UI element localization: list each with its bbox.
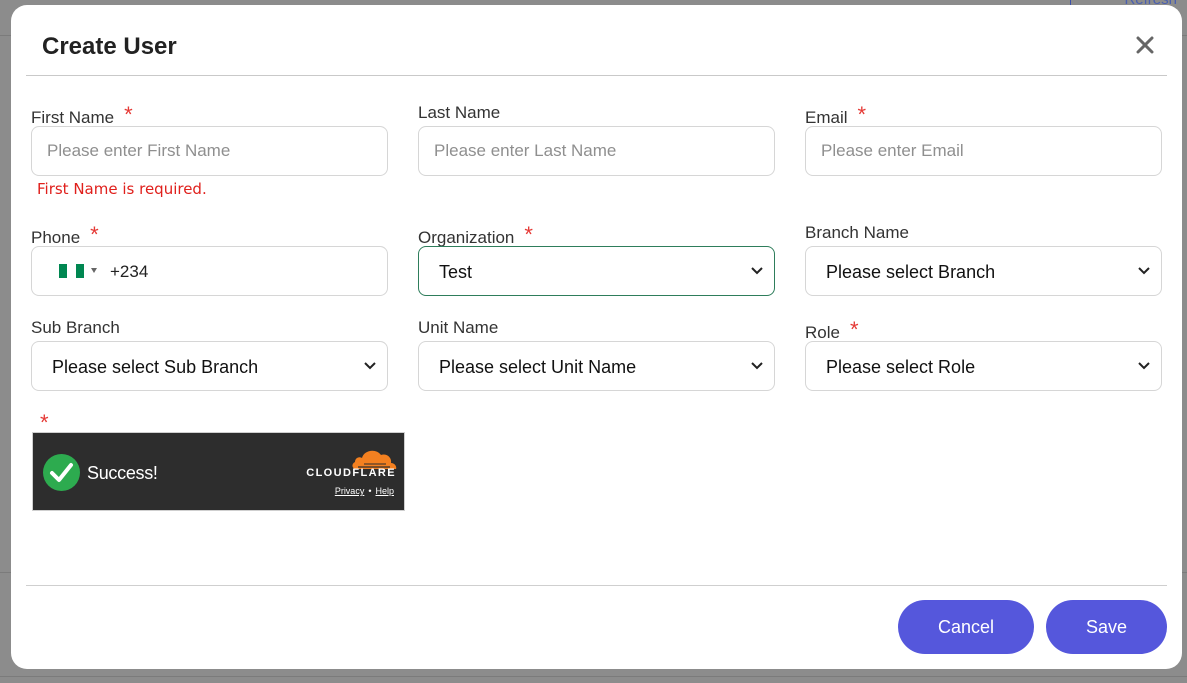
save-button[interactable]: Save: [1046, 600, 1167, 654]
required-marker: *: [90, 222, 99, 247]
modal-header: Create User: [26, 5, 1167, 76]
last-name-input[interactable]: [419, 127, 774, 175]
sub-branch-select[interactable]: Please select Sub Branch: [31, 341, 388, 391]
required-marker: *: [849, 317, 859, 342]
sub-branch-selected-value: Please select Sub Branch: [52, 357, 259, 377]
footer-divider: [26, 585, 1167, 586]
privacy-link[interactable]: Privacy: [335, 486, 365, 496]
required-marker: *: [524, 222, 533, 247]
caret-down-icon[interactable]: [91, 268, 97, 273]
chevron-down-icon: [364, 362, 376, 370]
first-name-input[interactable]: [32, 127, 387, 175]
close-button[interactable]: [1132, 32, 1158, 58]
first-name-field[interactable]: [31, 126, 388, 176]
role-select[interactable]: Please select Role: [805, 341, 1162, 391]
background-row-line: [0, 676, 1187, 677]
first-name-error: First Name is required.: [37, 180, 207, 198]
branch-name-label: Branch Name: [805, 223, 909, 242]
branch-selected-value: Please select Branch: [826, 262, 996, 282]
unit-name-selected-value: Please select Unit Name: [439, 357, 637, 377]
phone-field[interactable]: +234: [31, 246, 388, 296]
link-separator: •: [368, 486, 372, 496]
captcha-links: Privacy • Help: [335, 486, 394, 496]
modal-title: Create User: [42, 33, 177, 60]
unit-name-select[interactable]: Please select Unit Name: [418, 341, 775, 391]
sub-branch-label: Sub Branch: [31, 318, 120, 337]
captcha-status-text: Success!: [87, 463, 158, 483]
cancel-button[interactable]: Cancel: [898, 600, 1034, 654]
organization-selected-value: Test: [439, 262, 473, 282]
last-name-field[interactable]: [418, 126, 775, 176]
phone-dial-code[interactable]: +234: [110, 262, 148, 282]
email-field[interactable]: [805, 126, 1162, 176]
cloudflare-brand-text: CLOUDFLARE: [306, 467, 396, 479]
chevron-down-icon: [1138, 267, 1150, 275]
chevron-down-icon: [751, 362, 763, 370]
chevron-down-icon: [751, 267, 763, 275]
organization-select[interactable]: Test: [418, 246, 775, 296]
required-marker: *: [124, 102, 133, 127]
branch-name-select[interactable]: Please select Branch: [805, 246, 1162, 296]
nigeria-flag-icon[interactable]: [59, 264, 84, 278]
create-user-modal: Create User First Name* First Name is re…: [11, 5, 1182, 669]
chevron-down-icon: [1138, 362, 1150, 370]
required-marker: *: [857, 102, 867, 127]
success-check-icon: [43, 454, 80, 491]
role-selected-value: Please select Role: [826, 357, 976, 377]
help-link[interactable]: Help: [375, 486, 394, 496]
last-name-label: Last Name: [418, 103, 501, 122]
close-icon: [1136, 36, 1154, 54]
email-input[interactable]: [806, 127, 1161, 175]
unit-name-label: Unit Name: [418, 318, 499, 337]
cloudflare-captcha-widget[interactable]: Success! CLOUDFLARE Privacy • Help: [32, 432, 405, 511]
